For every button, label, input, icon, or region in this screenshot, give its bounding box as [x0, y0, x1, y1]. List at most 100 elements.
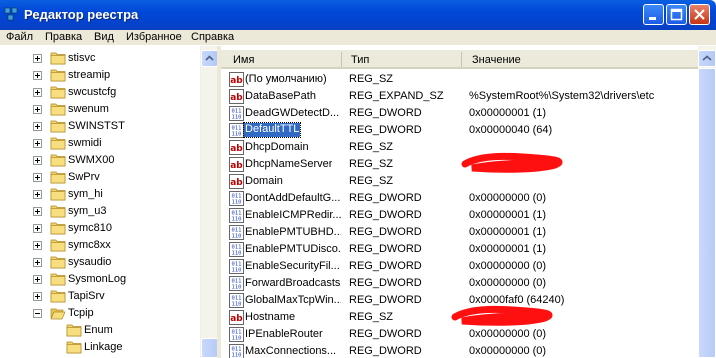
column-divider[interactable] [461, 52, 462, 67]
value-data: 0x00000040 (64) [469, 124, 553, 136]
table-row[interactable]: ab Domain REG_SZ [221, 173, 698, 190]
tree-node-label: symc8xx [68, 239, 111, 251]
table-row[interactable]: ab DhcpNameServer REG_SZ [221, 152, 698, 173]
value-name: EnableICMPRedir... [245, 209, 341, 221]
column-divider[interactable] [341, 52, 342, 67]
tree-node[interactable]: Tcpip [0, 305, 200, 322]
tree-scroll-thumb[interactable] [201, 338, 218, 358]
value-type: REG_DWORD [349, 192, 422, 204]
table-row[interactable]: 011 110 ForwardBroadcasts REG_DWORD 0x000000… [221, 275, 698, 292]
table-row[interactable]: 011 110 IPEnableRouter REG_DWORD 0x00000000 … [221, 326, 698, 343]
tree-node[interactable]: swmidi [0, 135, 200, 152]
menu-file[interactable]: Файл [6, 31, 33, 43]
expand-plus-icon[interactable] [33, 105, 42, 114]
tree-node-label: sym_hi [68, 188, 103, 200]
table-row[interactable]: 011 110 EnableICMPRedir... REG_DWORD 0x00000… [221, 207, 698, 224]
tree-scrollbar[interactable] [200, 46, 218, 358]
tree-node[interactable]: SysmonLog [0, 271, 200, 288]
tree-node-label: SwPrv [68, 171, 100, 183]
tree-node[interactable]: TapiSrv [0, 288, 200, 305]
folder-icon [50, 221, 66, 235]
tree-node[interactable]: SWMX00 [0, 152, 200, 169]
column-type-header[interactable]: Тип [351, 54, 369, 66]
tree-node[interactable]: streamip [0, 67, 200, 84]
table-row[interactable]: ab DataBasePath REG_EXPAND_SZ %SystemRoot%\… [221, 88, 698, 105]
tree-node-label: symc810 [68, 222, 113, 234]
arrow-up-icon [205, 55, 214, 61]
svg-text:110: 110 [232, 251, 242, 257]
expand-plus-icon[interactable] [33, 190, 42, 199]
expand-plus-icon[interactable] [33, 139, 42, 148]
expand-plus-icon[interactable] [33, 258, 42, 267]
table-row[interactable]: ab Hostname REG_SZ [221, 305, 698, 326]
expand-plus-icon[interactable] [33, 292, 42, 301]
svg-text:110: 110 [232, 234, 242, 240]
tree-node[interactable]: symc810 [0, 220, 200, 237]
column-value-header[interactable]: Значение [472, 54, 521, 66]
table-row[interactable]: 011 110 DontAddDefaultG... REG_DWORD 0x00000… [221, 190, 698, 207]
collapse-minus-icon[interactable] [33, 309, 42, 318]
tree-node[interactable]: Linkage [0, 339, 200, 356]
value-type: REG_DWORD [349, 124, 422, 136]
expand-plus-icon[interactable] [33, 275, 42, 284]
tree-node[interactable]: stisvc [0, 50, 200, 67]
expand-plus-icon[interactable] [33, 156, 42, 165]
title-bar[interactable]: Редактор реестра [0, 0, 716, 30]
tree-scroll-up-button[interactable] [201, 50, 218, 67]
expand-plus-icon[interactable] [33, 122, 42, 131]
maximize-button[interactable] [666, 4, 687, 25]
list-scroll-thumb[interactable] [698, 68, 716, 358]
table-row[interactable]: 011 110 DeadGWDetectD... REG_DWORD 0x0000000… [221, 105, 698, 122]
expand-plus-icon[interactable] [33, 173, 42, 182]
menu-help[interactable]: Справка [191, 31, 234, 43]
table-row[interactable]: 011 110 EnableSecurityFil... REG_DWORD 0x000… [221, 258, 698, 275]
tree-node[interactable]: SwPrv [0, 169, 200, 186]
tree-node[interactable]: sym_u3 [0, 203, 200, 220]
value-type: REG_SZ [349, 175, 394, 187]
column-name-header[interactable]: Имя [233, 54, 254, 66]
table-row[interactable]: 011 110 DefaultTTL REG_DWORD 0x00000040 (64) [221, 122, 698, 139]
registry-tree[interactable]: stisvc streamip swcustcfg swenum SWINSTST swm… [0, 46, 217, 358]
tree-node-label: swmidi [68, 137, 102, 149]
folder-icon [50, 272, 66, 286]
list-header: Имя Тип Значение [221, 50, 698, 69]
value-type: REG_SZ [349, 73, 394, 85]
expand-plus-icon[interactable] [33, 54, 42, 63]
table-row[interactable]: 011 110 EnablePMTUDisco... REG_DWORD 0x00000… [221, 241, 698, 258]
tree-node-label: TapiSrv [68, 290, 105, 302]
expand-plus-icon[interactable] [33, 207, 42, 216]
svg-text:ab: ab [230, 178, 243, 188]
expand-plus-icon[interactable] [33, 71, 42, 80]
minimize-button[interactable] [643, 4, 664, 25]
dword-value-icon: 011 110 [229, 106, 244, 121]
menu-edit[interactable]: Правка [45, 31, 82, 43]
value-type: REG_DWORD [349, 277, 422, 289]
table-row[interactable]: 011 110 EnablePMTUBHD... REG_DWORD 0x0000000… [221, 224, 698, 241]
string-value-icon: ab [229, 310, 244, 325]
menu-view[interactable]: Вид [94, 31, 114, 43]
tree-node[interactable]: sym_hi [0, 186, 200, 203]
folder-icon [50, 119, 66, 133]
tree-node[interactable]: swenum [0, 101, 200, 118]
list-scrollbar[interactable] [698, 46, 716, 358]
close-button[interactable] [689, 4, 710, 25]
folder-icon [50, 255, 66, 269]
folder-icon [50, 85, 66, 99]
tree-node[interactable]: symc8xx [0, 237, 200, 254]
tree-node[interactable]: swcustcfg [0, 84, 200, 101]
expand-plus-icon[interactable] [33, 241, 42, 250]
folder-icon [50, 238, 66, 252]
expand-plus-icon[interactable] [33, 224, 42, 233]
menu-favorites[interactable]: Избранное [126, 31, 182, 43]
value-type: REG_DWORD [349, 226, 422, 238]
tree-node-label: swenum [68, 103, 109, 115]
expand-plus-icon[interactable] [33, 88, 42, 97]
values-list[interactable]: Имя Тип Значение ab (По умолчанию) REG_SZ a… [221, 46, 698, 358]
tree-node[interactable]: SWINSTST [0, 118, 200, 135]
list-scroll-up-button[interactable] [698, 50, 716, 67]
tree-node[interactable]: sysaudio [0, 254, 200, 271]
tree-node[interactable]: Enum [0, 322, 200, 339]
table-row[interactable]: 011 110 MaxConnections... REG_DWORD 0x000000… [221, 343, 698, 358]
table-row[interactable]: ab (По умолчанию) REG_SZ [221, 71, 698, 88]
value-type: REG_DWORD [349, 328, 422, 340]
